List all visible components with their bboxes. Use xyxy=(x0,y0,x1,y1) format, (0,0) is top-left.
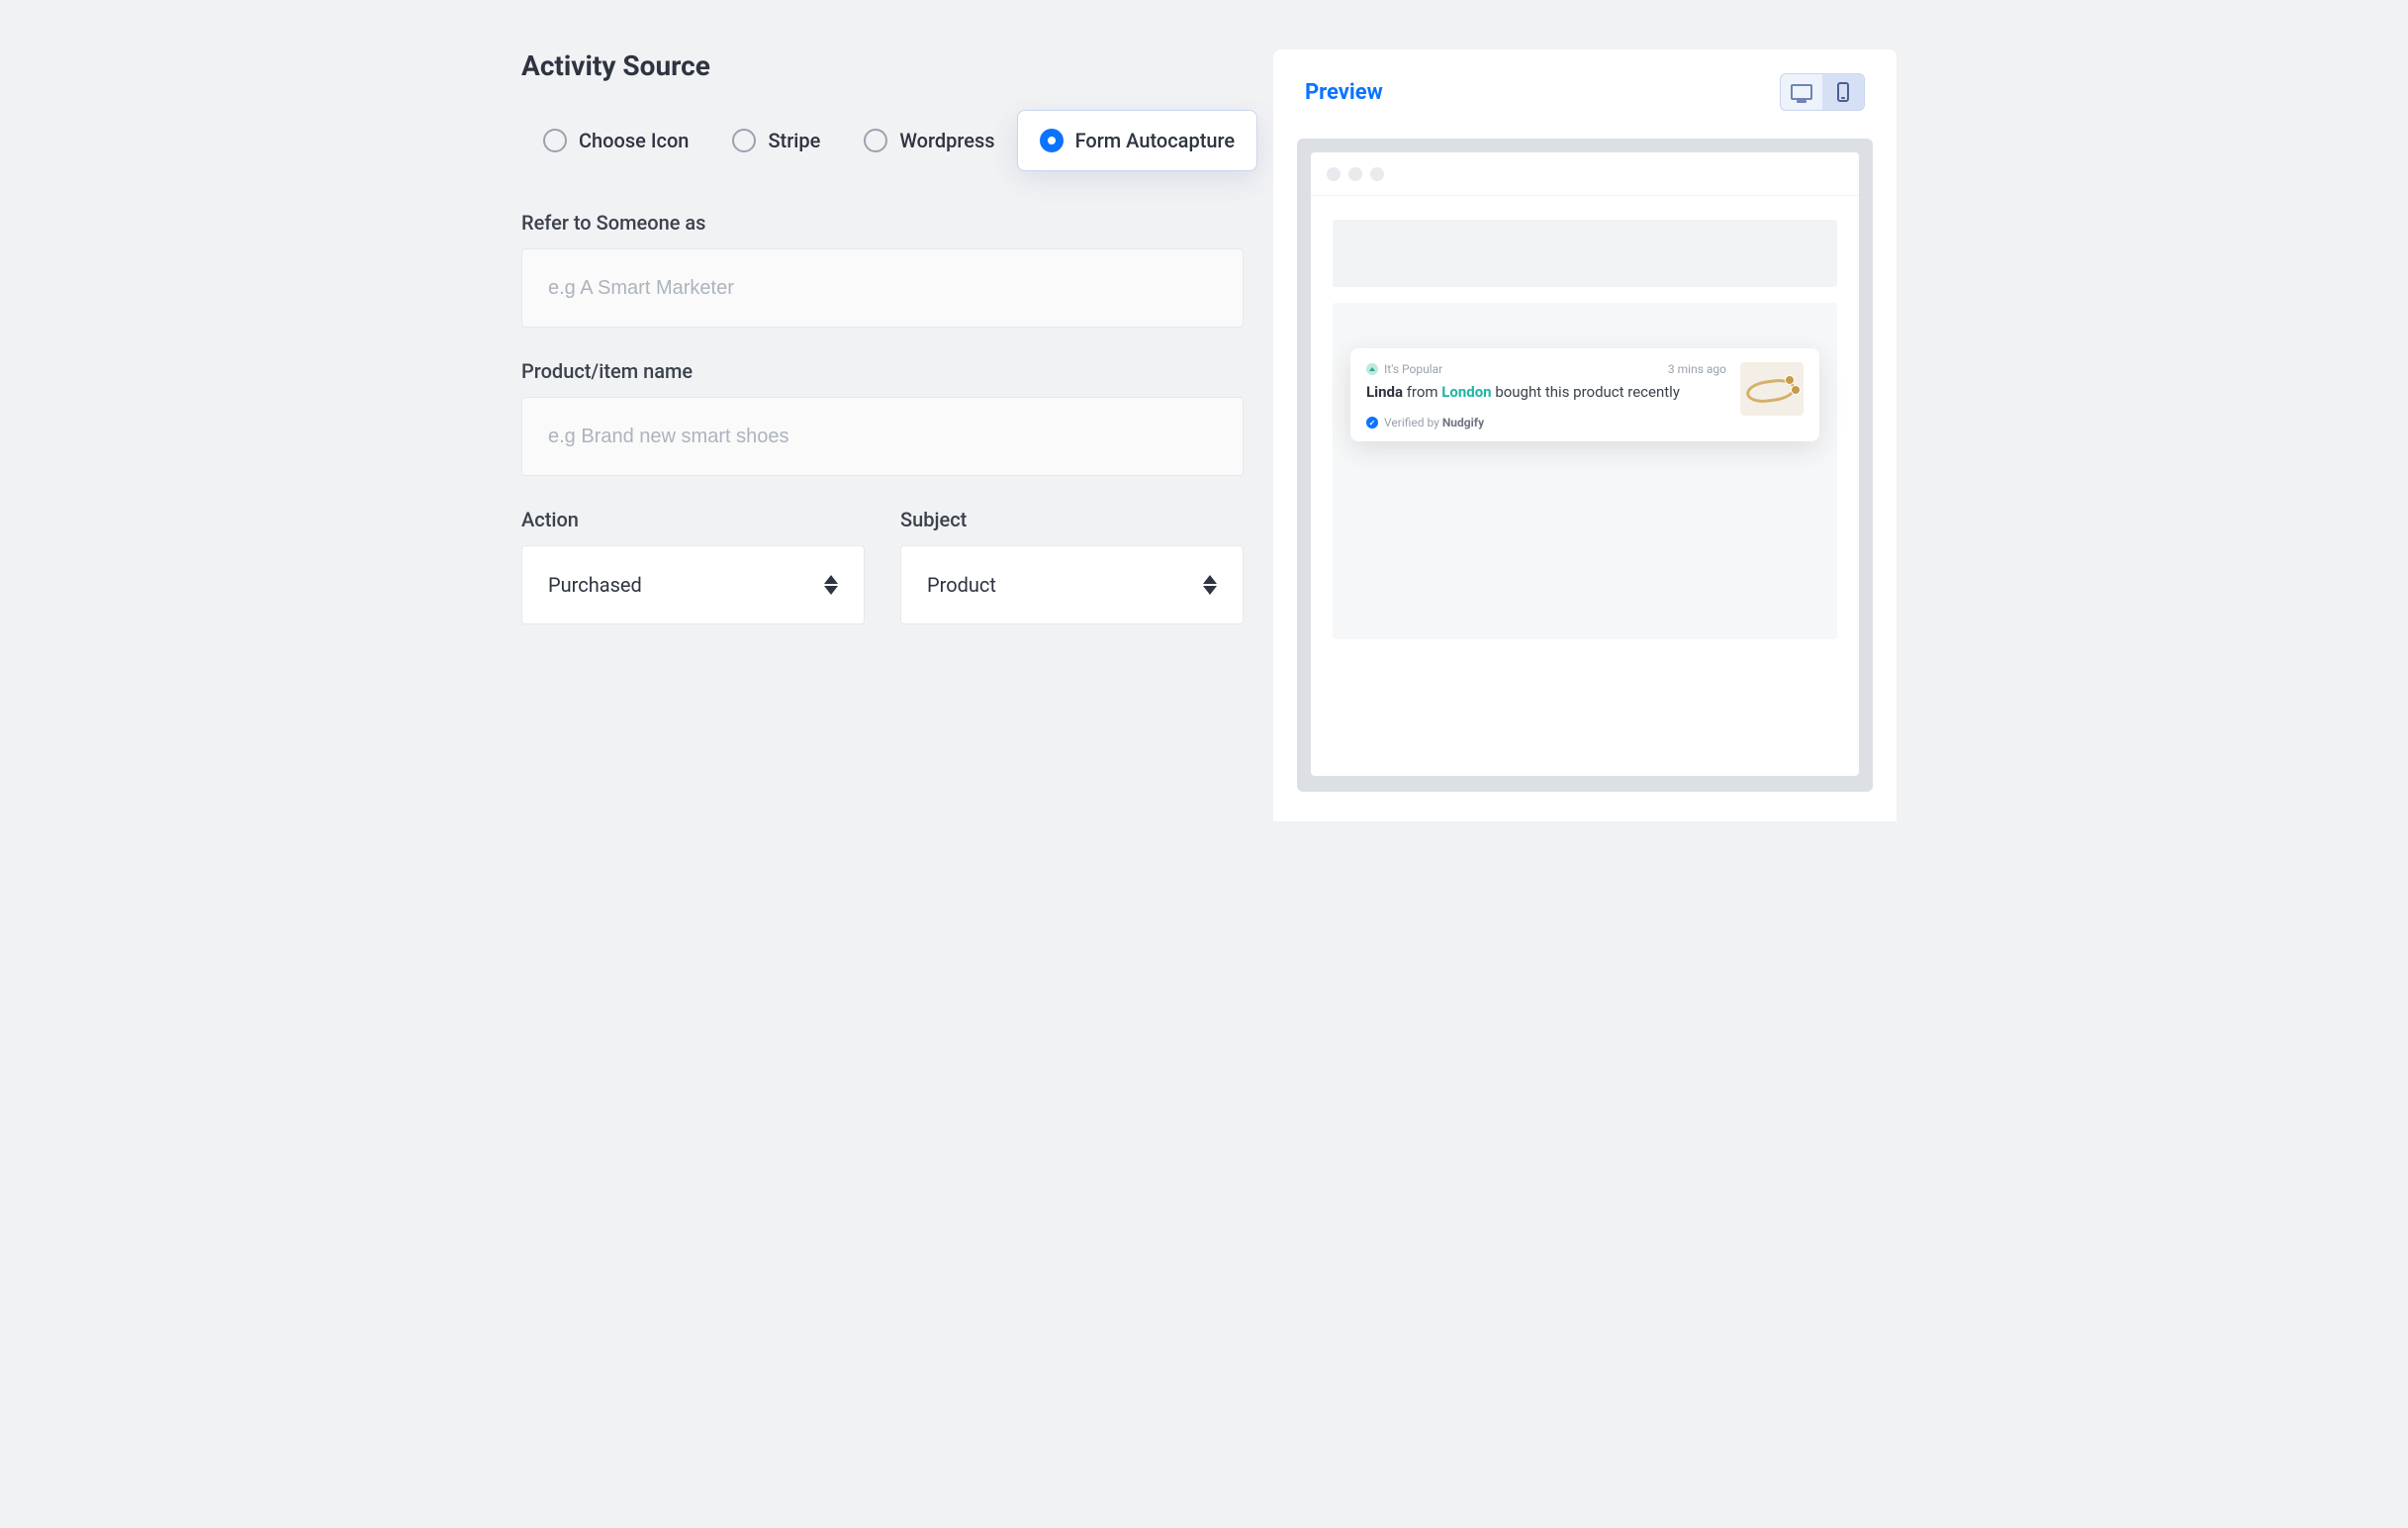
notification-time: 3 mins ago xyxy=(1668,362,1726,376)
preview-heading: Preview xyxy=(1305,80,1383,105)
notification-name: Linda xyxy=(1366,383,1403,401)
source-option-label: Form Autocapture xyxy=(1075,129,1236,152)
mobile-icon xyxy=(1837,82,1849,102)
device-desktop-button[interactable] xyxy=(1781,74,1822,110)
source-option-form-autocapture[interactable]: Form Autocapture xyxy=(1017,110,1258,171)
notification-product-image xyxy=(1740,362,1804,416)
notification-city: London xyxy=(1441,383,1491,401)
source-option-label: Choose Icon xyxy=(579,129,689,152)
notification-message: Linda from London bought this product re… xyxy=(1366,382,1726,402)
action-value: Purchased xyxy=(548,573,642,597)
action-label: Action xyxy=(521,508,865,531)
device-toggle xyxy=(1780,73,1865,111)
source-option-stripe[interactable]: Stripe xyxy=(710,111,842,170)
desktop-icon xyxy=(1791,84,1812,100)
notification-verified: ✓ Verified by Nudgify xyxy=(1366,416,1726,430)
source-option-wordpress[interactable]: Wordpress xyxy=(842,111,1016,170)
source-option-label: Wordpress xyxy=(899,129,994,152)
product-label: Product/item name xyxy=(521,359,1244,383)
preview-panel: Preview xyxy=(1273,49,1897,821)
radio-icon xyxy=(732,129,756,152)
activity-source-options: Choose Icon Stripe Wordpress Form Autoca… xyxy=(521,110,1244,171)
radio-icon xyxy=(1040,129,1064,152)
radio-icon xyxy=(864,129,887,152)
radio-icon xyxy=(543,129,567,152)
source-option-label: Stripe xyxy=(768,129,820,152)
subject-select[interactable]: Product xyxy=(900,545,1244,624)
select-arrows-icon xyxy=(1203,575,1217,595)
browser-bar xyxy=(1311,152,1859,196)
placeholder-block xyxy=(1333,220,1837,287)
page-title: Activity Source xyxy=(521,49,1244,82)
preview-browser: It's Popular 3 mins ago Linda from Londo… xyxy=(1311,152,1859,776)
product-input[interactable] xyxy=(521,397,1244,476)
popular-label: It's Popular xyxy=(1384,362,1442,376)
placeholder-area: It's Popular 3 mins ago Linda from Londo… xyxy=(1333,303,1837,639)
source-option-choose-icon[interactable]: Choose Icon xyxy=(521,111,710,170)
subject-label: Subject xyxy=(900,508,1244,531)
window-dot-icon xyxy=(1370,167,1384,181)
notification-card: It's Popular 3 mins ago Linda from Londo… xyxy=(1350,348,1819,441)
notification-tail: bought this product recently xyxy=(1492,383,1680,401)
preview-frame: It's Popular 3 mins ago Linda from Londo… xyxy=(1297,139,1873,792)
refer-input[interactable] xyxy=(521,248,1244,328)
window-dot-icon xyxy=(1327,167,1341,181)
verified-brand: Nudgify xyxy=(1442,416,1484,430)
refer-label: Refer to Someone as xyxy=(521,211,1244,235)
verified-icon: ✓ xyxy=(1366,417,1378,429)
device-mobile-button[interactable] xyxy=(1822,74,1864,110)
action-select[interactable]: Purchased xyxy=(521,545,865,624)
subject-value: Product xyxy=(927,573,996,597)
window-dot-icon xyxy=(1348,167,1362,181)
verified-prefix: Verified by xyxy=(1384,416,1442,430)
popular-icon xyxy=(1366,363,1378,375)
notification-from: from xyxy=(1403,383,1441,401)
select-arrows-icon xyxy=(824,575,838,595)
